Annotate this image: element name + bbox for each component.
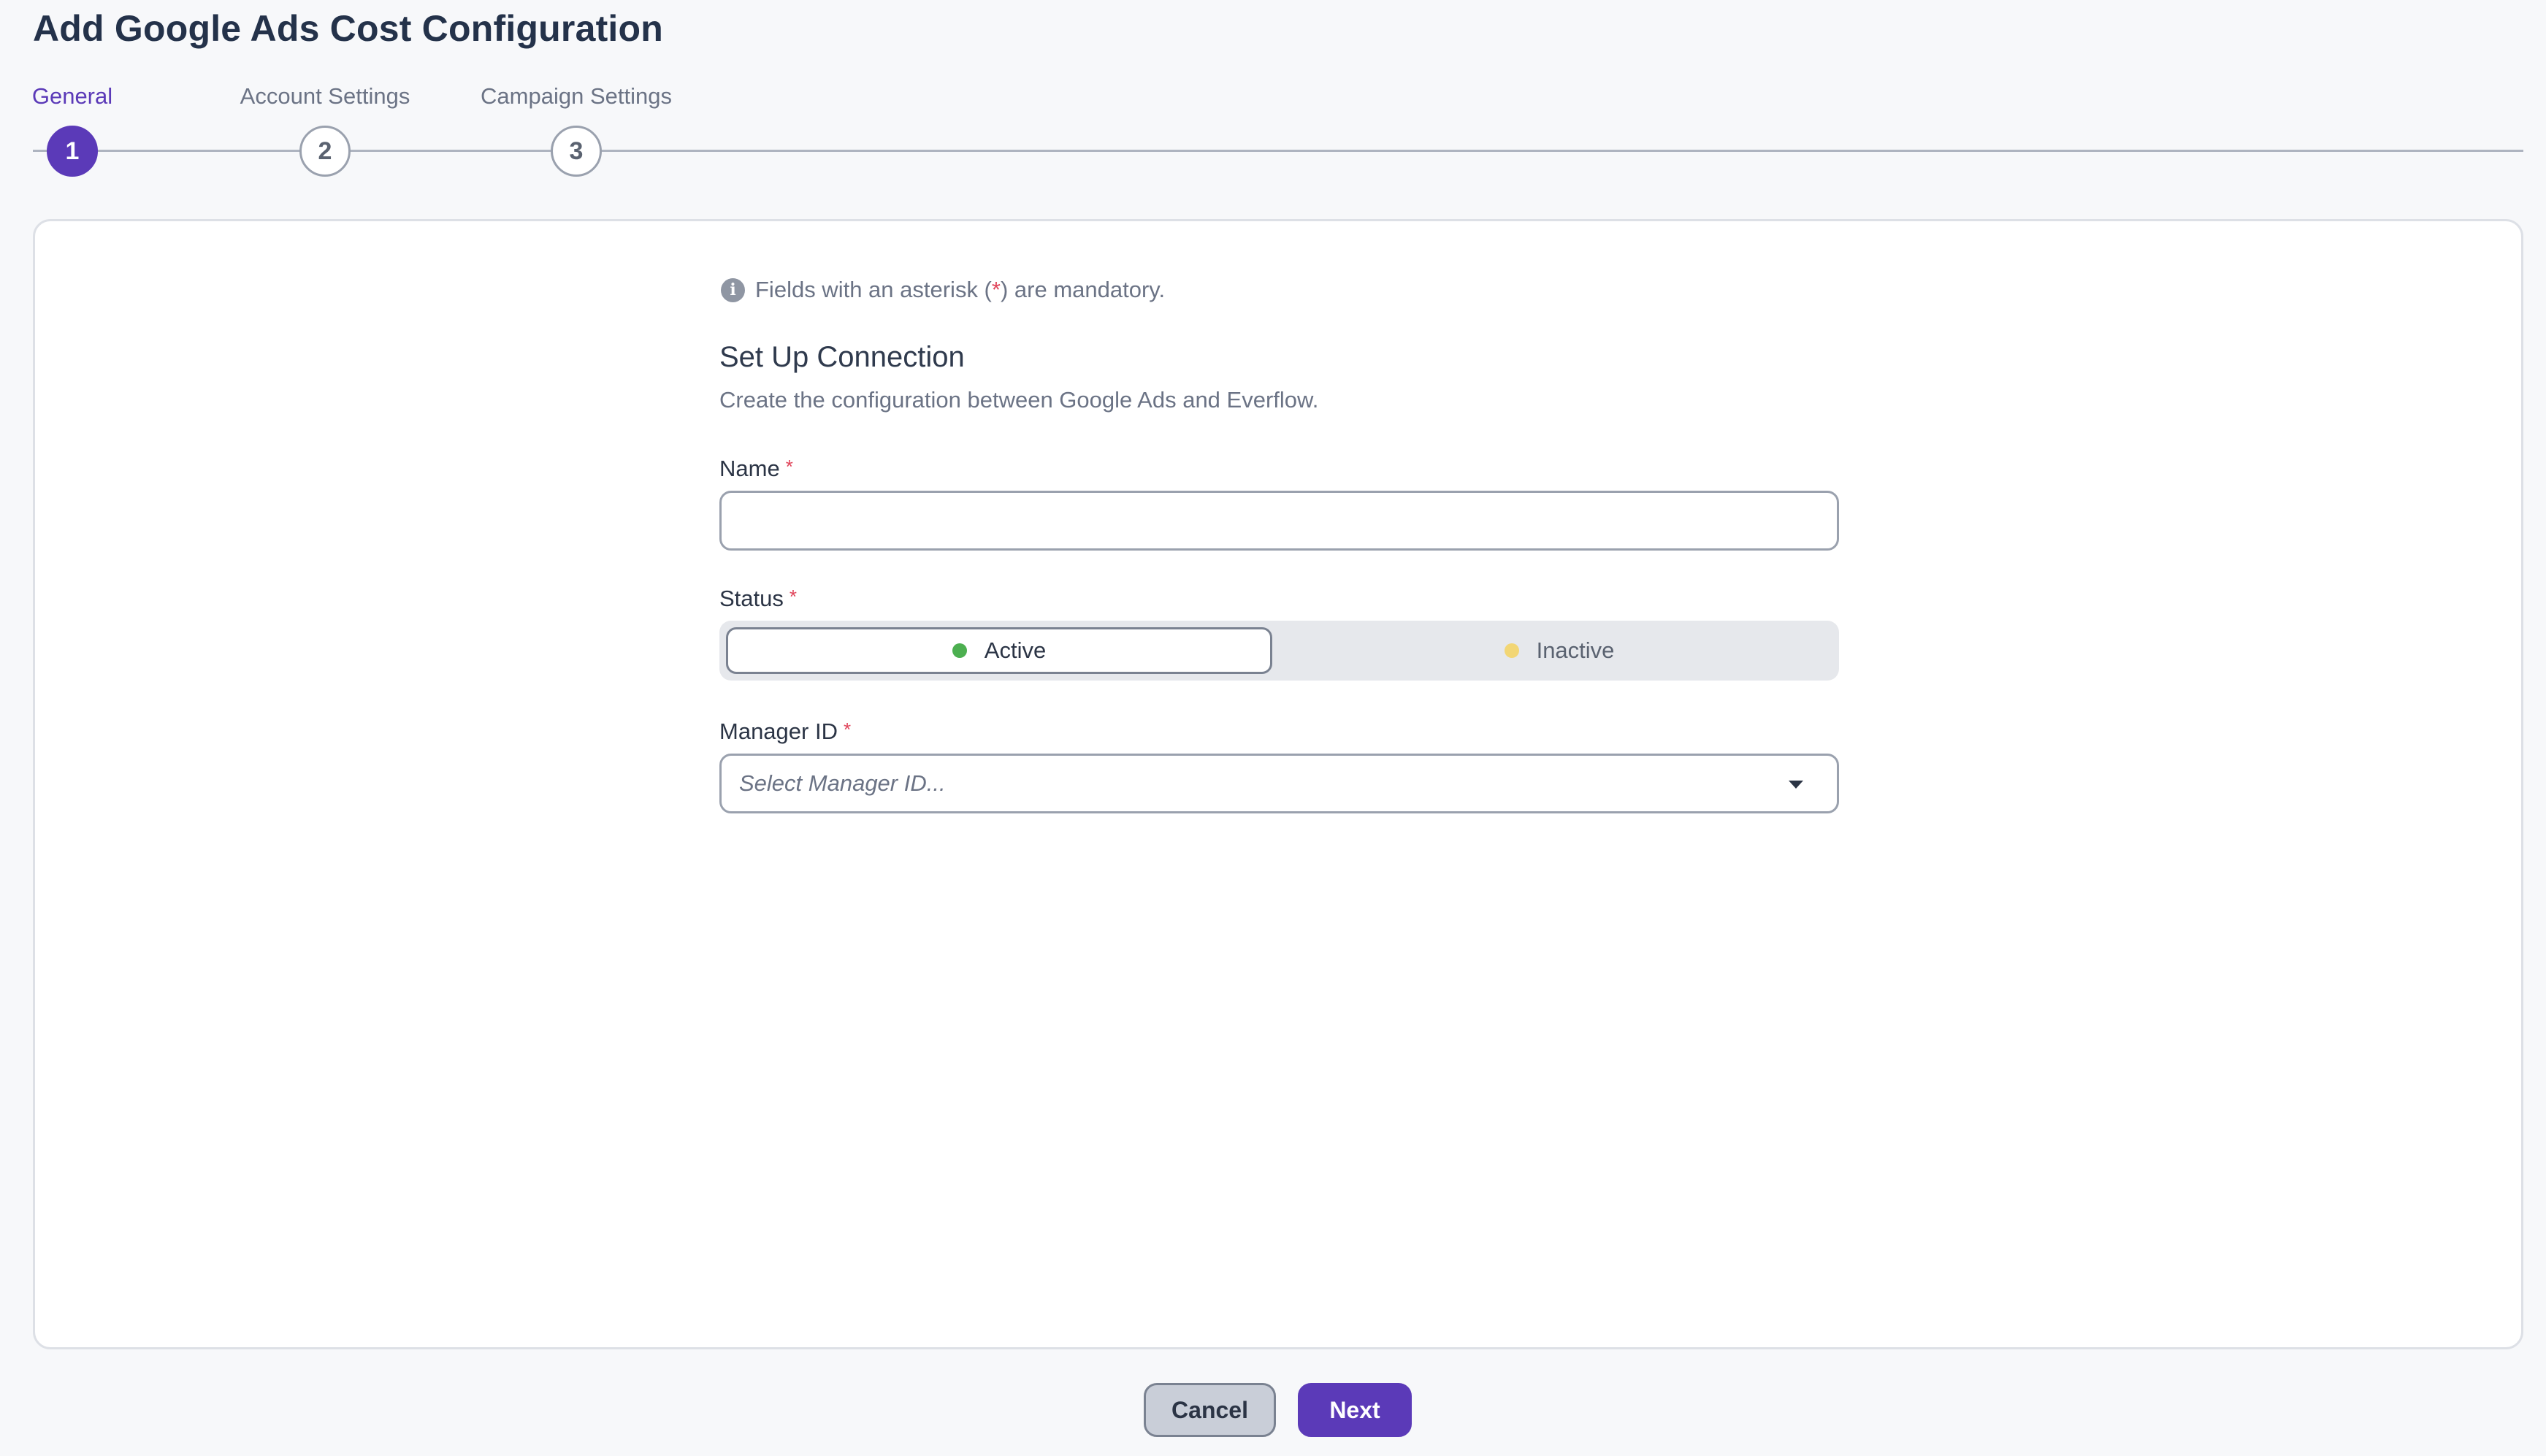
next-button[interactable]: Next bbox=[1298, 1383, 1412, 1437]
step-number: 1 bbox=[47, 126, 98, 177]
footer-actions: Cancel Next bbox=[0, 1383, 2546, 1437]
step-number: 3 bbox=[551, 126, 602, 177]
status-option-active[interactable]: Active bbox=[726, 627, 1272, 674]
active-status-dot bbox=[952, 643, 967, 658]
section-description: Create the configuration between Google … bbox=[719, 387, 1319, 413]
required-asterisk: * bbox=[789, 586, 798, 608]
connection-form: i Fields with an asterisk (*) are mandat… bbox=[719, 277, 1839, 813]
step-label: Campaign Settings bbox=[481, 83, 672, 109]
name-input[interactable] bbox=[719, 491, 1839, 551]
manager-id-placeholder: Select Manager ID... bbox=[739, 770, 946, 796]
mandatory-notice: i Fields with an asterisk (*) are mandat… bbox=[721, 277, 1839, 303]
form-card: i Fields with an asterisk (*) are mandat… bbox=[33, 219, 2523, 1349]
status-label: Status * bbox=[719, 586, 798, 611]
name-label: Name * bbox=[719, 456, 793, 481]
required-asterisk: * bbox=[785, 456, 793, 478]
info-icon: i bbox=[721, 277, 745, 302]
cancel-button[interactable]: Cancel bbox=[1144, 1383, 1276, 1437]
stepper: General 1 Account Settings 2 Campaign Se… bbox=[31, 82, 2523, 184]
step-label: Account Settings bbox=[240, 83, 410, 109]
page-title: Add Google Ads Cost Configuration bbox=[33, 8, 663, 49]
step-number: 2 bbox=[299, 126, 351, 177]
status-toggle: Active Inactive bbox=[719, 621, 1839, 681]
section-title: Set Up Connection bbox=[719, 341, 965, 373]
status-option-inactive[interactable]: Inactive bbox=[1286, 627, 1832, 674]
page: Add Google Ads Cost Configuration Genera… bbox=[0, 0, 2546, 1456]
step-label: General bbox=[31, 83, 113, 109]
stepper-line bbox=[33, 150, 2523, 152]
inactive-status-dot bbox=[1504, 643, 1519, 658]
chevron-down-icon[interactable] bbox=[1789, 781, 1803, 789]
required-asterisk: * bbox=[843, 719, 852, 740]
notice-text: Fields with an asterisk (*) are mandator… bbox=[755, 277, 1166, 302]
manager-id-select[interactable]: Select Manager ID... bbox=[719, 754, 1839, 813]
manager-id-label: Manager ID * bbox=[719, 719, 852, 744]
